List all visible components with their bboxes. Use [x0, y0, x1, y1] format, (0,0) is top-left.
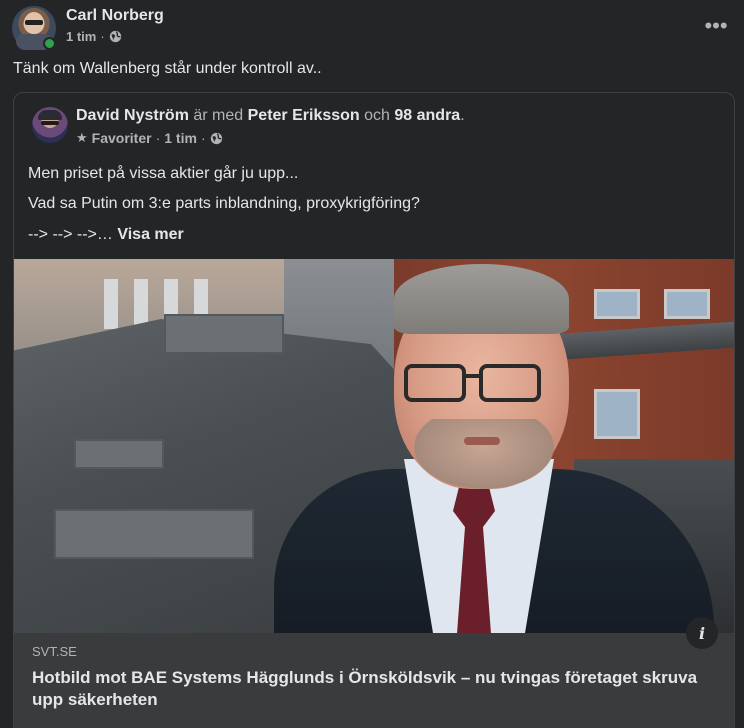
shared-time[interactable]: 1 tim: [164, 130, 197, 146]
globe-icon[interactable]: [210, 132, 223, 145]
see-more-link[interactable]: Visa mer: [117, 226, 183, 243]
tank-panel: [74, 439, 164, 469]
info-button[interactable]: i: [686, 617, 718, 649]
shared-post-card[interactable]: David Nyström är med Peter Eriksson och …: [13, 92, 735, 728]
man-mouth: [464, 437, 500, 445]
avatar-sunglasses: [25, 20, 43, 25]
shared-text-line-1: Men priset på vissa aktier går ju upp...: [28, 165, 299, 182]
avatar-sunglasses: [41, 121, 59, 125]
post-header: Carl Norberg 1 tim · •••: [12, 6, 732, 52]
shared-text-line-2: Vad sa Putin om 3:e parts inblandning, p…: [28, 195, 420, 212]
man-beard: [414, 419, 554, 489]
shared-meta: ★ Favoriter · 1 tim ·: [76, 130, 223, 146]
avatar-hat: [38, 110, 62, 120]
and-text: och: [364, 107, 390, 124]
online-status-icon: [43, 37, 56, 50]
shared-text-line-3: --> --> -->… Visa mer: [28, 226, 184, 244]
shared-author-avatar[interactable]: [32, 107, 68, 143]
link-title[interactable]: Hotbild mot BAE Systems Hägglunds i Örns…: [32, 667, 722, 711]
arrow-text: --> --> -->…: [28, 226, 113, 243]
link-preview-image[interactable]: [14, 259, 734, 633]
link-domain: SVT.SE: [32, 644, 77, 659]
post-meta: 1 tim ·: [66, 29, 122, 44]
author-avatar[interactable]: [12, 6, 56, 50]
glasses-left-lens: [404, 364, 466, 402]
glasses-bridge: [464, 374, 482, 378]
tank-panel: [54, 509, 254, 559]
meta-separator: ·: [100, 29, 105, 44]
audience-label: Favoriter: [91, 130, 152, 146]
meta-separator: ·: [200, 130, 206, 146]
post-time[interactable]: 1 tim: [66, 29, 96, 44]
meta-separator: ·: [155, 130, 161, 146]
post-text: Tänk om Wallenberg står under kontroll a…: [13, 60, 322, 77]
author-name[interactable]: Carl Norberg: [66, 7, 164, 25]
globe-icon[interactable]: [109, 30, 122, 43]
more-options-button[interactable]: •••: [700, 10, 732, 42]
tagged-person[interactable]: Peter Eriksson: [248, 107, 360, 124]
glasses-right-lens: [479, 364, 541, 402]
link-preview-footer[interactable]: i SVT.SE Hotbild mot BAE Systems Hägglun…: [14, 617, 734, 728]
shared-author-name[interactable]: David Nyström: [76, 107, 189, 124]
star-icon: ★: [76, 130, 88, 145]
with-text: är med: [193, 107, 244, 124]
period: .: [460, 107, 465, 124]
shared-header: David Nyström är med Peter Eriksson och …: [76, 107, 465, 125]
man-in-photo: [264, 259, 714, 633]
man-hair: [394, 264, 569, 334]
others-link[interactable]: 98 andra: [394, 107, 460, 124]
